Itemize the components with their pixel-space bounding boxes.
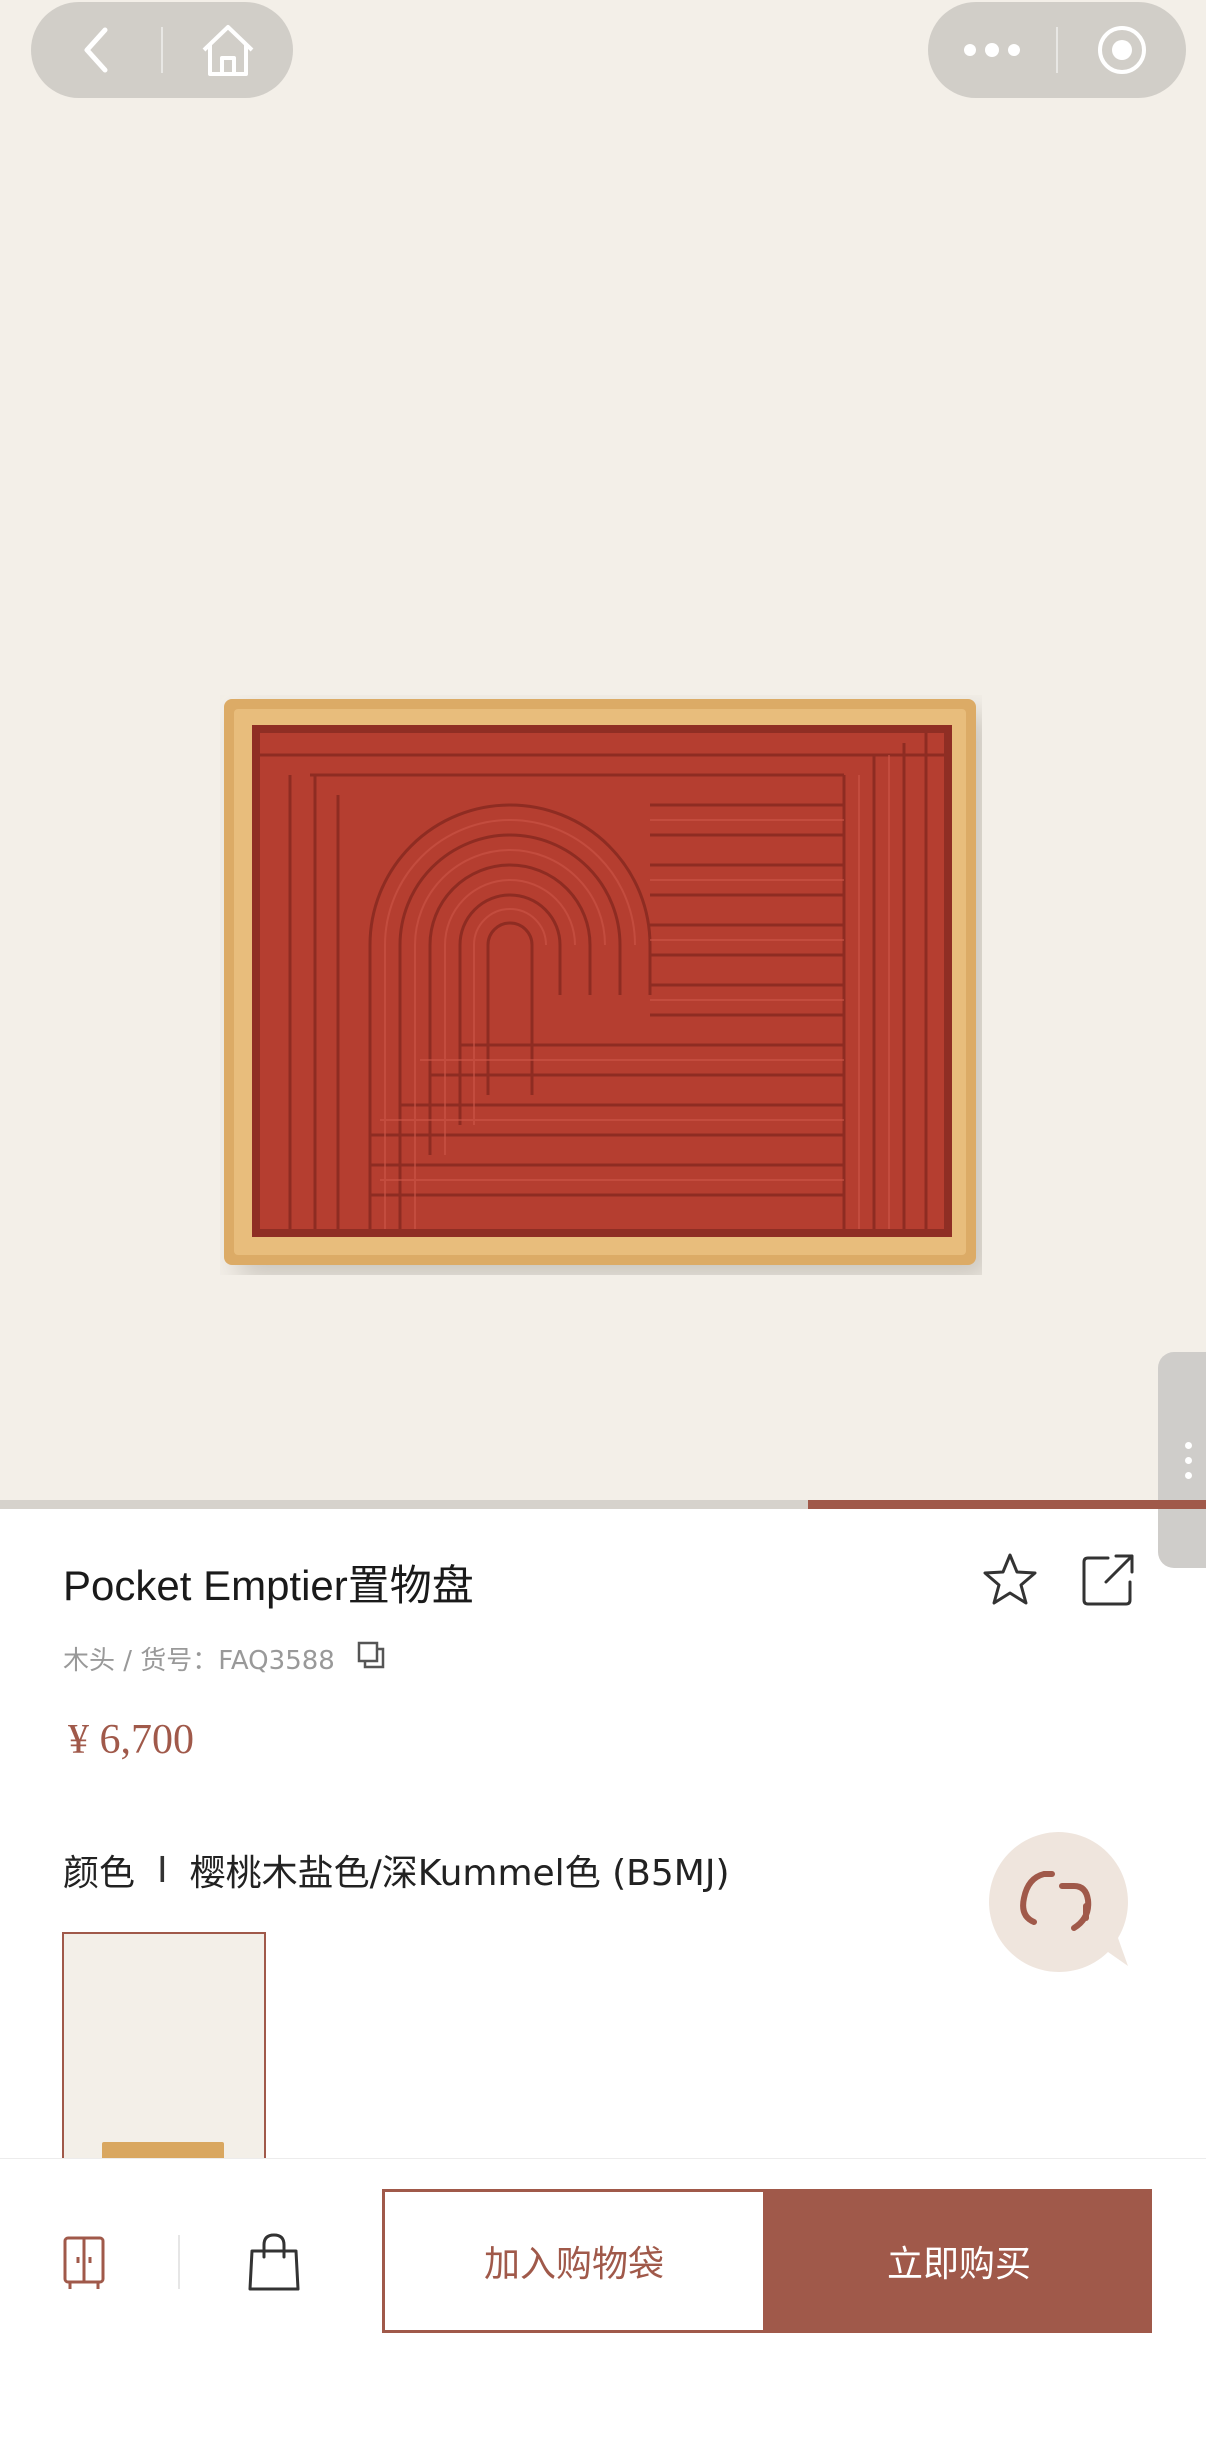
close-mini-program-button[interactable] (1058, 2, 1186, 98)
copy-sku-button[interactable] (355, 1640, 387, 1677)
wardrobe-button[interactable] (62, 2235, 106, 2295)
product-price: ¥ 6,700 (68, 1717, 194, 1763)
bottom-action-bar: 加入购物袋 立即购买 (0, 2158, 1206, 2439)
home-button[interactable] (163, 2, 293, 98)
product-meta-text: 木头 / 货号：FAQ3588 (63, 1646, 335, 1676)
copy-icon (357, 1641, 385, 1669)
add-to-bag-button[interactable]: 加入购物袋 (382, 2189, 766, 2333)
carousel-progress-fill (808, 1500, 1206, 1509)
carousel-progress-bar (0, 1500, 1206, 1509)
color-value: 樱桃木盐色/深Kummel色 (B5MJ) (189, 1853, 730, 1894)
side-drawer-handle[interactable] (1158, 1352, 1206, 1568)
color-label: 颜色 (63, 1853, 136, 1894)
share-icon (1082, 1554, 1134, 1606)
share-button[interactable] (1078, 1550, 1138, 1614)
product-meta: 木头 / 货号：FAQ3588 (63, 1640, 387, 1677)
customer-service-button[interactable] (982, 1826, 1134, 1982)
back-button[interactable] (31, 2, 161, 98)
nav-capsule (31, 2, 293, 98)
color-selector-label: 颜色 I 樱桃木盐色/深Kummel色 (B5MJ) (63, 1844, 730, 1896)
favorite-button[interactable] (980, 1550, 1040, 1614)
home-icon (202, 25, 254, 76)
buy-now-button[interactable]: 立即购买 (766, 2189, 1152, 2333)
close-mini-program-icon (1097, 26, 1146, 74)
product-image (224, 699, 976, 1265)
more-icon (964, 43, 1020, 57)
action-bar-divider (178, 2235, 180, 2289)
chat-icon (989, 1832, 1128, 1972)
back-icon (84, 27, 108, 73)
color-swatch-selected[interactable] (62, 1932, 266, 2162)
more-button[interactable] (928, 2, 1056, 98)
shopping-bag-button[interactable] (246, 2231, 302, 2297)
product-image-carousel[interactable] (0, 0, 1206, 1568)
color-separator: I (157, 1849, 168, 1891)
product-title: Pocket Emptier置物盘 (63, 1562, 474, 1609)
shopping-bag-icon (248, 2233, 300, 2291)
star-icon (983, 1553, 1037, 1605)
mini-program-capsule (928, 2, 1186, 98)
wardrobe-icon (63, 2236, 105, 2289)
